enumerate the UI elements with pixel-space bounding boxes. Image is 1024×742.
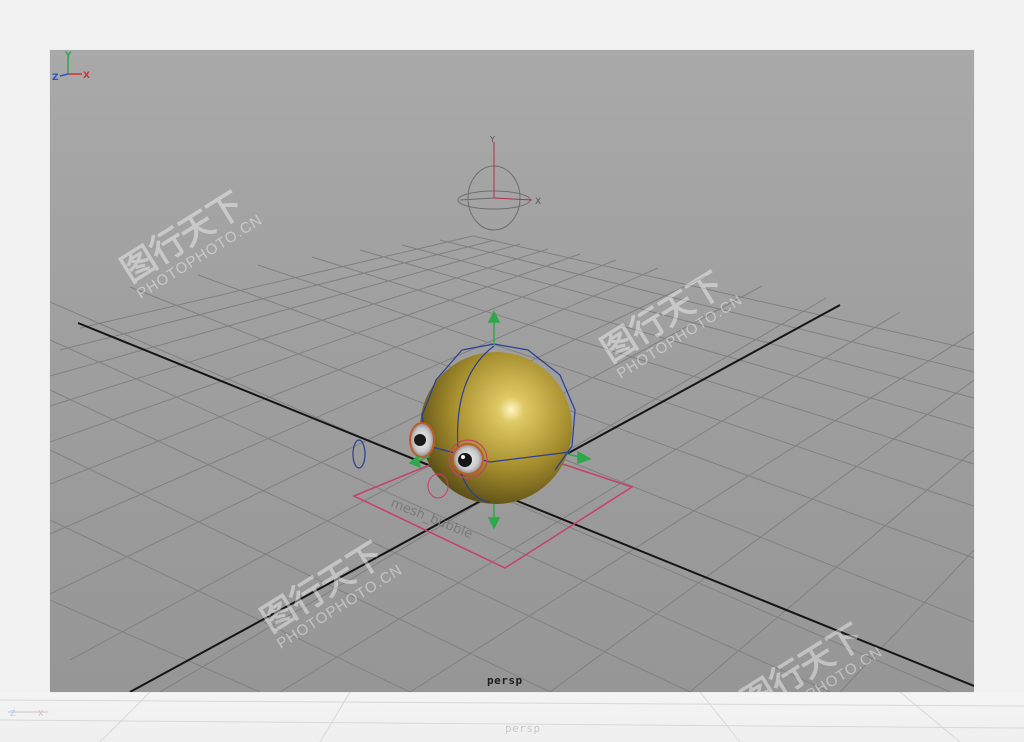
reflection-axis-z: Z: [10, 709, 16, 718]
directional-light-gizmo: [457, 142, 533, 231]
light-gizmo-x-label: X: [535, 197, 541, 207]
axis-y-label: Y: [64, 51, 72, 61]
reflection-camera-label: persp: [505, 722, 541, 735]
light-gizmo-y-label: Y: [489, 135, 495, 144]
axis-x-label: X: [83, 71, 90, 81]
perspective-viewport[interactable]: Y X mesh_bubble 图行天下 PHOTOPHOTO.CN 图行天下 …: [50, 50, 974, 692]
axis-z-label: Z: [52, 73, 59, 83]
view-axis-indicator: Y X Z: [52, 51, 90, 83]
scene-canvas[interactable]: Y X mesh_bubble: [50, 50, 974, 692]
eye-right[interactable]: [448, 439, 488, 479]
bubble-sphere: [420, 352, 572, 504]
reflection-axis-x: X: [38, 709, 44, 718]
eye-left[interactable]: [409, 422, 435, 458]
camera-name-label: persp: [487, 674, 523, 687]
control-ring-pink: [427, 473, 449, 499]
